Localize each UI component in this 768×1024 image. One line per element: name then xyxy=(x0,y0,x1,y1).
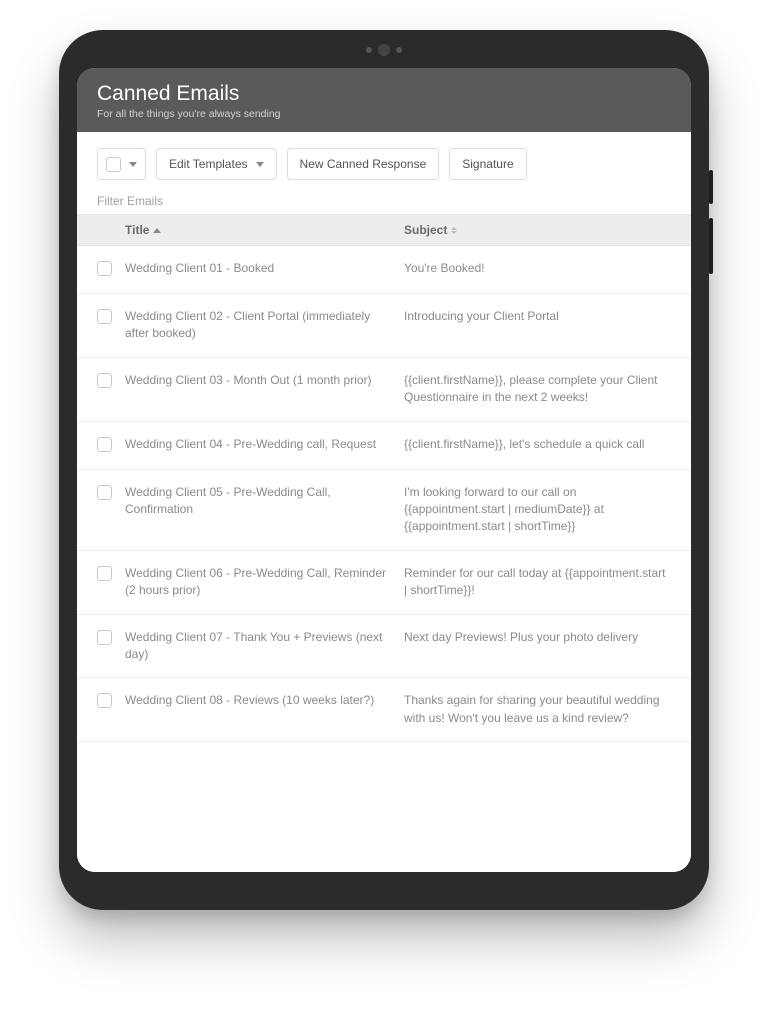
row-subject: Thanks again for sharing your beautiful … xyxy=(404,692,671,727)
row-check-cell xyxy=(97,436,125,455)
page-header: Canned Emails For all the things you're … xyxy=(77,68,691,132)
row-title: Wedding Client 05 - Pre-Wedding Call, Co… xyxy=(125,484,404,519)
volume-button[interactable] xyxy=(709,218,713,274)
new-canned-response-button[interactable]: New Canned Response xyxy=(287,148,440,180)
page-subtitle: For all the things you're always sending xyxy=(97,108,671,120)
row-checkbox[interactable] xyxy=(97,693,112,708)
chevron-down-icon xyxy=(129,162,137,167)
column-label: Subject xyxy=(404,223,447,237)
table-row[interactable]: Wedding Client 03 - Month Out (1 month p… xyxy=(77,358,691,422)
row-check-cell xyxy=(97,692,125,711)
row-checkbox[interactable] xyxy=(97,261,112,276)
row-check-cell xyxy=(97,260,125,279)
sensor-dot xyxy=(396,47,402,53)
row-title: Wedding Client 04 - Pre-Wedding call, Re… xyxy=(125,436,404,453)
table-row[interactable]: Wedding Client 08 - Reviews (10 weeks la… xyxy=(77,678,691,742)
row-title: Wedding Client 01 - Booked xyxy=(125,260,404,277)
signature-button[interactable]: Signature xyxy=(449,148,526,180)
row-title: Wedding Client 08 - Reviews (10 weeks la… xyxy=(125,692,404,709)
sensor-dot xyxy=(366,47,372,53)
toolbar: Edit Templates New Canned Response Signa… xyxy=(77,148,691,194)
col-check-spacer xyxy=(97,223,125,237)
row-check-cell xyxy=(97,372,125,391)
row-title: Wedding Client 03 - Month Out (1 month p… xyxy=(125,372,404,389)
sort-both-icon xyxy=(451,227,457,234)
row-subject: Reminder for our call today at {{appoint… xyxy=(404,565,671,600)
table-row[interactable]: Wedding Client 01 - BookedYou're Booked! xyxy=(77,246,691,294)
button-label: Signature xyxy=(462,157,513,171)
row-subject: I'm looking forward to our call on {{app… xyxy=(404,484,671,536)
row-check-cell xyxy=(97,629,125,648)
table-row[interactable]: Wedding Client 07 - Thank You + Previews… xyxy=(77,615,691,679)
select-all-dropdown[interactable] xyxy=(97,148,146,180)
row-subject: Introducing your Client Portal xyxy=(404,308,671,325)
power-button[interactable] xyxy=(709,170,713,204)
row-checkbox[interactable] xyxy=(97,373,112,388)
row-check-cell xyxy=(97,565,125,584)
tablet-frame: Canned Emails For all the things you're … xyxy=(59,30,709,910)
column-label: Title xyxy=(125,223,149,237)
button-label: Edit Templates xyxy=(169,157,248,171)
table-header: Title Subject xyxy=(77,214,691,246)
row-check-cell xyxy=(97,484,125,503)
row-checkbox[interactable] xyxy=(97,437,112,452)
row-checkbox[interactable] xyxy=(97,630,112,645)
filter-label: Filter Emails xyxy=(77,194,691,214)
row-subject: {{client.firstName}}, let's schedule a q… xyxy=(404,436,671,453)
sort-ascending-icon xyxy=(153,228,161,233)
row-title: Wedding Client 07 - Thank You + Previews… xyxy=(125,629,404,664)
screen: Canned Emails For all the things you're … xyxy=(77,68,691,872)
table-body: Wedding Client 01 - BookedYou're Booked!… xyxy=(77,246,691,742)
table-row[interactable]: Wedding Client 06 - Pre-Wedding Call, Re… xyxy=(77,551,691,615)
row-check-cell xyxy=(97,308,125,327)
row-title: Wedding Client 02 - Client Portal (immed… xyxy=(125,308,404,343)
camera-icon xyxy=(378,44,390,56)
row-subject: Next day Previews! Plus your photo deliv… xyxy=(404,629,671,646)
row-checkbox[interactable] xyxy=(97,485,112,500)
column-header-subject[interactable]: Subject xyxy=(404,223,671,237)
row-subject: {{client.firstName}}, please complete yo… xyxy=(404,372,671,407)
edit-templates-button[interactable]: Edit Templates xyxy=(156,148,277,180)
table-row[interactable]: Wedding Client 02 - Client Portal (immed… xyxy=(77,294,691,358)
table-row[interactable]: Wedding Client 04 - Pre-Wedding call, Re… xyxy=(77,422,691,470)
page-title: Canned Emails xyxy=(97,82,671,106)
chevron-down-icon xyxy=(256,162,264,167)
column-header-title[interactable]: Title xyxy=(125,223,404,237)
row-checkbox[interactable] xyxy=(97,566,112,581)
select-all-checkbox[interactable] xyxy=(106,157,121,172)
row-checkbox[interactable] xyxy=(97,309,112,324)
row-title: Wedding Client 06 - Pre-Wedding Call, Re… xyxy=(125,565,404,600)
table-row[interactable]: Wedding Client 05 - Pre-Wedding Call, Co… xyxy=(77,470,691,551)
content: Edit Templates New Canned Response Signa… xyxy=(77,132,691,872)
row-subject: You're Booked! xyxy=(404,260,671,277)
button-label: New Canned Response xyxy=(300,157,427,171)
camera-cluster xyxy=(366,44,402,56)
